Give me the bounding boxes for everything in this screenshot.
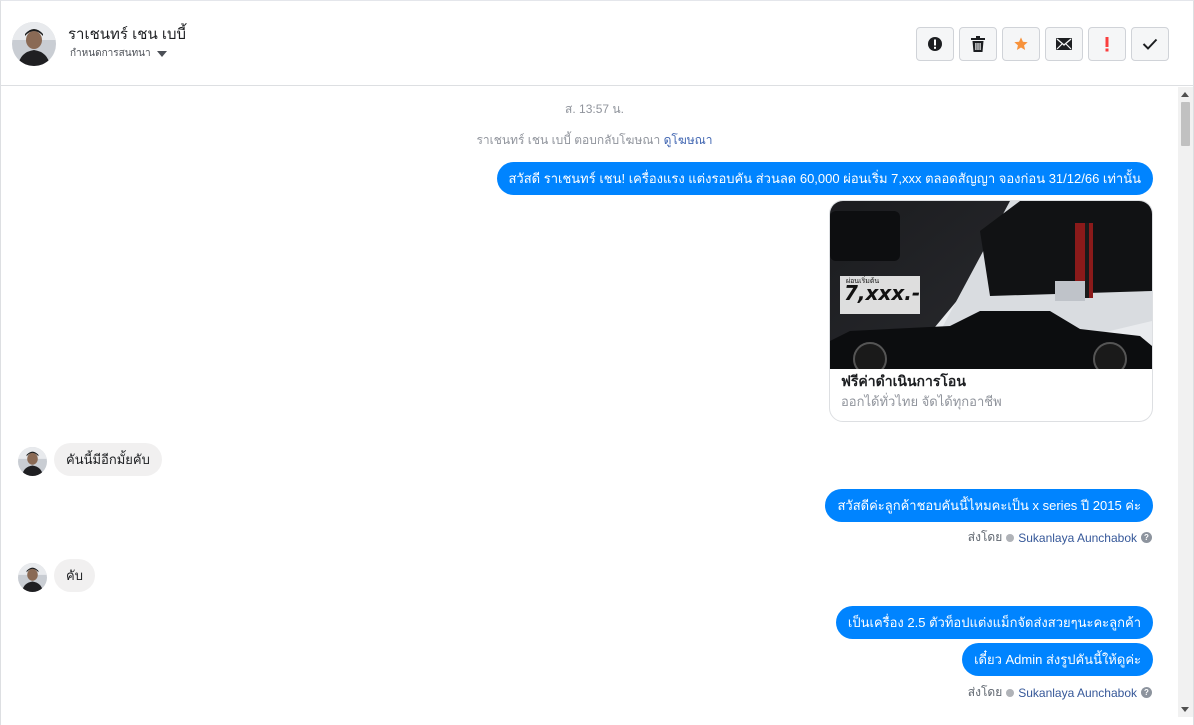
incoming-message[interactable]: คับ: [54, 559, 95, 592]
thread-timestamp: ส. 13:57 น.: [565, 102, 624, 116]
alert-circle-icon: [928, 37, 942, 51]
sent-by-text: ส่งโดย: [967, 530, 1003, 544]
exclamation-icon: [1105, 37, 1109, 52]
conversation-header: ราเชนทร์ เชน เบบี้ กำหนดการสนทนา: [1, 4, 1193, 86]
view-ad-link[interactable]: ดูโฆษณา: [664, 133, 713, 147]
help-icon[interactable]: ?: [1141, 532, 1152, 543]
action-toolbar: [916, 27, 1169, 61]
agent-name[interactable]: Sukanlaya Aunchabok: [1018, 686, 1137, 700]
conversation-status-dropdown[interactable]: กำหนดการสนทนา: [70, 46, 167, 61]
agent-avatar-icon: [1006, 533, 1015, 542]
star-icon: [1014, 37, 1028, 50]
message-thread[interactable]: ส. 13:57 น. ราเชนทร์ เชน เบบี้ ตอบกลับโฆ…: [1, 87, 1193, 725]
help-icon[interactable]: ?: [1141, 687, 1152, 698]
scrollbar[interactable]: [1178, 87, 1193, 717]
outgoing-message[interactable]: สวัสดี ราเชนทร์ เชน! เครื่องแรง แต่งรอบค…: [496, 162, 1153, 195]
ad-card-title: ฟรีค่าดำเนินการโอน: [841, 373, 966, 389]
trash-icon: [971, 36, 985, 52]
envelope-icon: [1056, 38, 1072, 50]
report-spam-button[interactable]: [916, 27, 954, 61]
ad-reply-text: ราเชนทร์ เชน เบบี้ ตอบกลับโฆษณา: [476, 133, 661, 147]
contact-name[interactable]: ราเชนทร์ เชน เบบี้: [68, 22, 186, 46]
outgoing-message[interactable]: เดี๋ยว Admin ส่งรูปคันนี้ให้ดูค่ะ: [962, 643, 1153, 676]
ad-image[interactable]: 7,xxx.- ผ่อนเริ่มต้น: [830, 201, 1152, 369]
ad-image-caption: ผ่อนเริ่มต้น: [846, 276, 879, 285]
sent-by-label: ส่งโดย Sukanlaya Aunchabok ?: [968, 683, 1152, 702]
scrollbar-thumb[interactable]: [1181, 102, 1190, 146]
important-button[interactable]: [1088, 27, 1126, 61]
scroll-down-arrow-icon[interactable]: [1181, 707, 1189, 712]
ad-card[interactable]: 7,xxx.- ผ่อนเริ่มต้น ฟรีค่าดำเนินการโอน …: [829, 200, 1153, 422]
agent-avatar-icon: [1006, 688, 1015, 697]
incoming-message[interactable]: คันนี้มีอีกมั้ยคับ: [54, 443, 162, 476]
check-icon: [1142, 38, 1158, 50]
sent-by-text: ส่งโดย: [967, 685, 1003, 699]
caret-down-icon: [156, 50, 167, 57]
ad-card-subtitle: ออกได้ทั่วไทย จัดได้ทุกอาชีพ: [841, 394, 1002, 409]
outgoing-message[interactable]: สวัสดีค่ะลูกค้าชอบคันนี้ไหมคะเป็น x seri…: [825, 489, 1153, 522]
status-label: กำหนดการสนทนา: [70, 48, 151, 59]
star-button[interactable]: [1002, 27, 1040, 61]
sent-by-label: ส่งโดย Sukanlaya Aunchabok ?: [968, 528, 1152, 547]
avatar[interactable]: [12, 22, 56, 66]
delete-button[interactable]: [959, 27, 997, 61]
ad-reply-note: ราเชนทร์ เชน เบบี้ ตอบกลับโฆษณา ดูโฆษณา: [1, 131, 1188, 150]
avatar[interactable]: [18, 563, 47, 592]
mark-unread-button[interactable]: [1045, 27, 1083, 61]
agent-name[interactable]: Sukanlaya Aunchabok: [1018, 531, 1137, 545]
outgoing-message[interactable]: เป็นเครื่อง 2.5 ตัวท็อปแต่งแม็กจัดส่งสวย…: [835, 606, 1153, 639]
avatar[interactable]: [18, 447, 47, 476]
messenger-window: ราเชนทร์ เชน เบบี้ กำหนดการสนทนา ส. 13:5…: [0, 0, 1194, 725]
mark-done-button[interactable]: [1131, 27, 1169, 61]
scroll-up-arrow-icon[interactable]: [1181, 92, 1189, 97]
